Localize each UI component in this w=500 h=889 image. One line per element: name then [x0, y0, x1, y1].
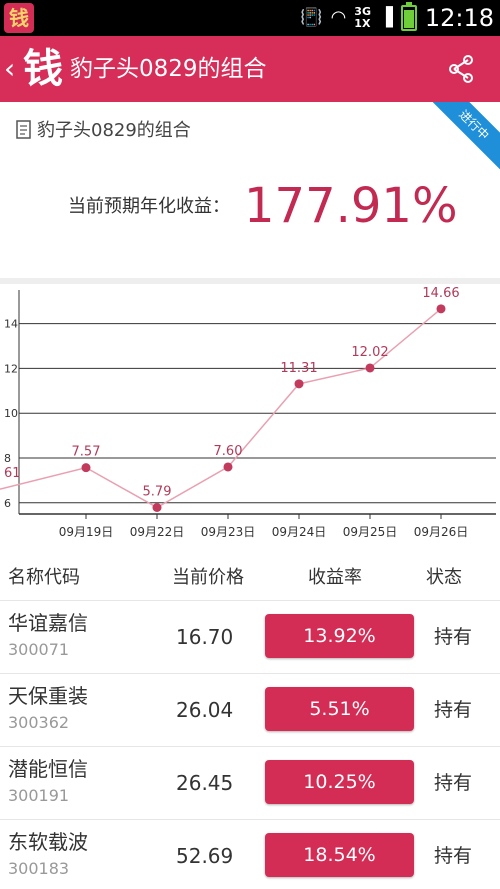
data-point [365, 363, 375, 373]
holding-status: 持有 [434, 626, 473, 648]
stock-code: 300191 [8, 786, 70, 805]
network-type: 3G 1X [354, 6, 371, 30]
stock-name: 潜能恒信 [8, 757, 88, 781]
portfolio-name: 豹子头0829的组合 [37, 120, 191, 141]
signal-icon: ▐ [378, 7, 393, 28]
expected-yield-label: 当前预期年化收益： [68, 196, 230, 217]
network-1x-label: 1X [354, 17, 371, 30]
expected-yield-value: 177.91% [244, 178, 458, 234]
clock: 12:18 [424, 4, 494, 32]
x-tick-label: 09月24日 [272, 525, 327, 539]
stock-code: 300071 [8, 640, 70, 659]
stock-price: 52.69 [176, 844, 234, 868]
column-header-yield: 收益率 [308, 567, 362, 588]
yield-badge[interactable]: 10.25% [265, 760, 414, 804]
holding-status: 持有 [434, 845, 473, 867]
wifi-icon: ◠ [330, 7, 347, 28]
portfolio-header: 豹子头0829的组合 进行中 当前预期年化收益： 177.91% [0, 102, 500, 278]
status-icons: 📳 ◠ 3G 1X ▐ 12:18 [300, 0, 494, 36]
document-edit-icon [16, 120, 31, 139]
column-header-price: 当前价格 [172, 567, 244, 588]
y-tick-label: 6 [4, 497, 11, 510]
back-arrow-icon[interactable]: ‹ [4, 54, 15, 84]
table-row[interactable]: 东软载波 300183 52.69 18.54% 持有 [0, 819, 500, 889]
y-tick-label: 8 [4, 452, 11, 465]
table-row[interactable]: 潜能恒信 300191 26.45 10.25% 持有 [0, 746, 500, 819]
stock-code: 300362 [8, 713, 70, 732]
data-point [81, 463, 91, 473]
yield-badge[interactable]: 5.51% [265, 687, 414, 731]
stock-price: 16.70 [176, 625, 234, 649]
yield-line-chart: 6 8 10 12 14 09月19日 09月22日 09月23日 09月24日 09月25日 09… [0, 286, 496, 539]
data-label: 5.79 [143, 485, 172, 500]
x-tick-label: 09月23日 [201, 525, 256, 539]
app-bar-title: 豹子头0829的组合 [70, 56, 267, 82]
data-label: 7.57 [72, 445, 101, 460]
x-tick-label: 09月26日 [414, 525, 469, 539]
yield-badge[interactable]: 13.92% [265, 614, 414, 658]
data-point [436, 304, 446, 314]
app-notification-icon: 钱 [4, 3, 34, 33]
data-label: 7.60 [214, 444, 243, 459]
series-line [0, 308, 442, 509]
stock-price: 26.45 [176, 771, 234, 795]
share-icon[interactable] [446, 54, 476, 84]
stock-code: 300183 [8, 859, 70, 878]
y-tick-label: 14 [4, 318, 18, 331]
data-label: 11.31 [280, 361, 317, 376]
x-tick-label: 09月19日 [59, 525, 114, 539]
data-point [294, 379, 304, 389]
data-label: 61 [4, 466, 21, 481]
data-label: 12.02 [351, 345, 388, 360]
y-tick-label: 10 [4, 407, 18, 420]
stock-price: 26.04 [176, 698, 234, 722]
battery-icon [400, 2, 417, 31]
app-bar: ‹ 钱 豹子头0829的组合 [0, 36, 500, 102]
table-row[interactable]: 天保重装 300362 26.04 5.51% 持有 [0, 673, 500, 746]
x-tick-label: 09月22日 [130, 525, 185, 539]
x-tick-label: 09月25日 [343, 525, 398, 539]
yield-badge[interactable]: 18.54% [265, 833, 414, 877]
stock-name: 天保重装 [8, 684, 88, 708]
holdings-table-header: 名称代码 当前价格 收益率 状态 [0, 556, 500, 600]
column-header-name: 名称代码 [8, 567, 80, 588]
table-row[interactable]: 华谊嘉信 300071 16.70 13.92% 持有 [0, 600, 500, 673]
yield-chart: 6 8 10 12 14 09月19日 09月22日 09月23日 09月24日 09月25日 09… [0, 284, 500, 556]
status-ribbon: 进行中 [422, 102, 500, 177]
column-header-status: 状态 [426, 567, 462, 588]
app-logo[interactable]: 钱 [20, 44, 66, 94]
data-point [152, 503, 162, 513]
stock-name: 华谊嘉信 [8, 611, 88, 635]
vibrate-icon: 📳 [300, 7, 323, 28]
data-point [223, 462, 233, 472]
data-label: 14.66 [422, 286, 459, 301]
stock-name: 东软载波 [8, 830, 88, 854]
holding-status: 持有 [434, 772, 473, 794]
status-bar: 钱 📳 ◠ 3G 1X ▐ 12:18 [0, 0, 500, 36]
holding-status: 持有 [434, 699, 473, 721]
y-tick-label: 12 [4, 362, 18, 375]
